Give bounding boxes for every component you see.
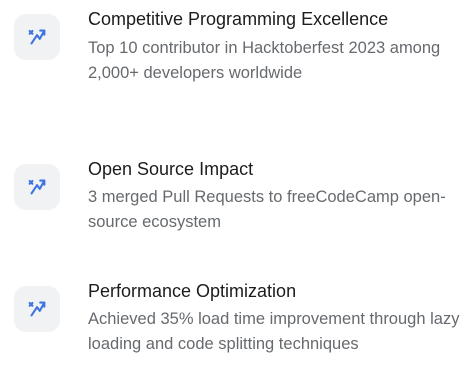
achievement-text: Performance Optimization Achieved 35% lo… xyxy=(88,280,464,357)
icon-tile xyxy=(14,286,60,332)
achievement-description: Top 10 contributor in Hacktoberfest 2023… xyxy=(88,39,441,82)
achievement-text: Competitive Programming Excellence Top 1… xyxy=(88,8,464,86)
achievement-title: Open Source Impact xyxy=(88,159,254,179)
achievement-title: Performance Optimization xyxy=(88,281,297,301)
sparkle-arrow-icon xyxy=(28,179,46,195)
achievement-description: 3 merged Pull Requests to freeCodeCamp o… xyxy=(88,188,446,231)
icon-tile xyxy=(14,164,60,210)
achievement-title: Competitive Programming Excellence xyxy=(88,9,389,29)
sparkle-arrow-icon xyxy=(28,301,46,317)
achievement-text: Open Source Impact 3 merged Pull Request… xyxy=(88,158,464,235)
sparkle-arrow-icon xyxy=(28,29,46,45)
achievements-list: Competitive Programming Excellence Top 1… xyxy=(0,0,470,390)
achievement-description: Achieved 35% load time improvement throu… xyxy=(88,310,460,353)
icon-tile xyxy=(14,14,60,60)
